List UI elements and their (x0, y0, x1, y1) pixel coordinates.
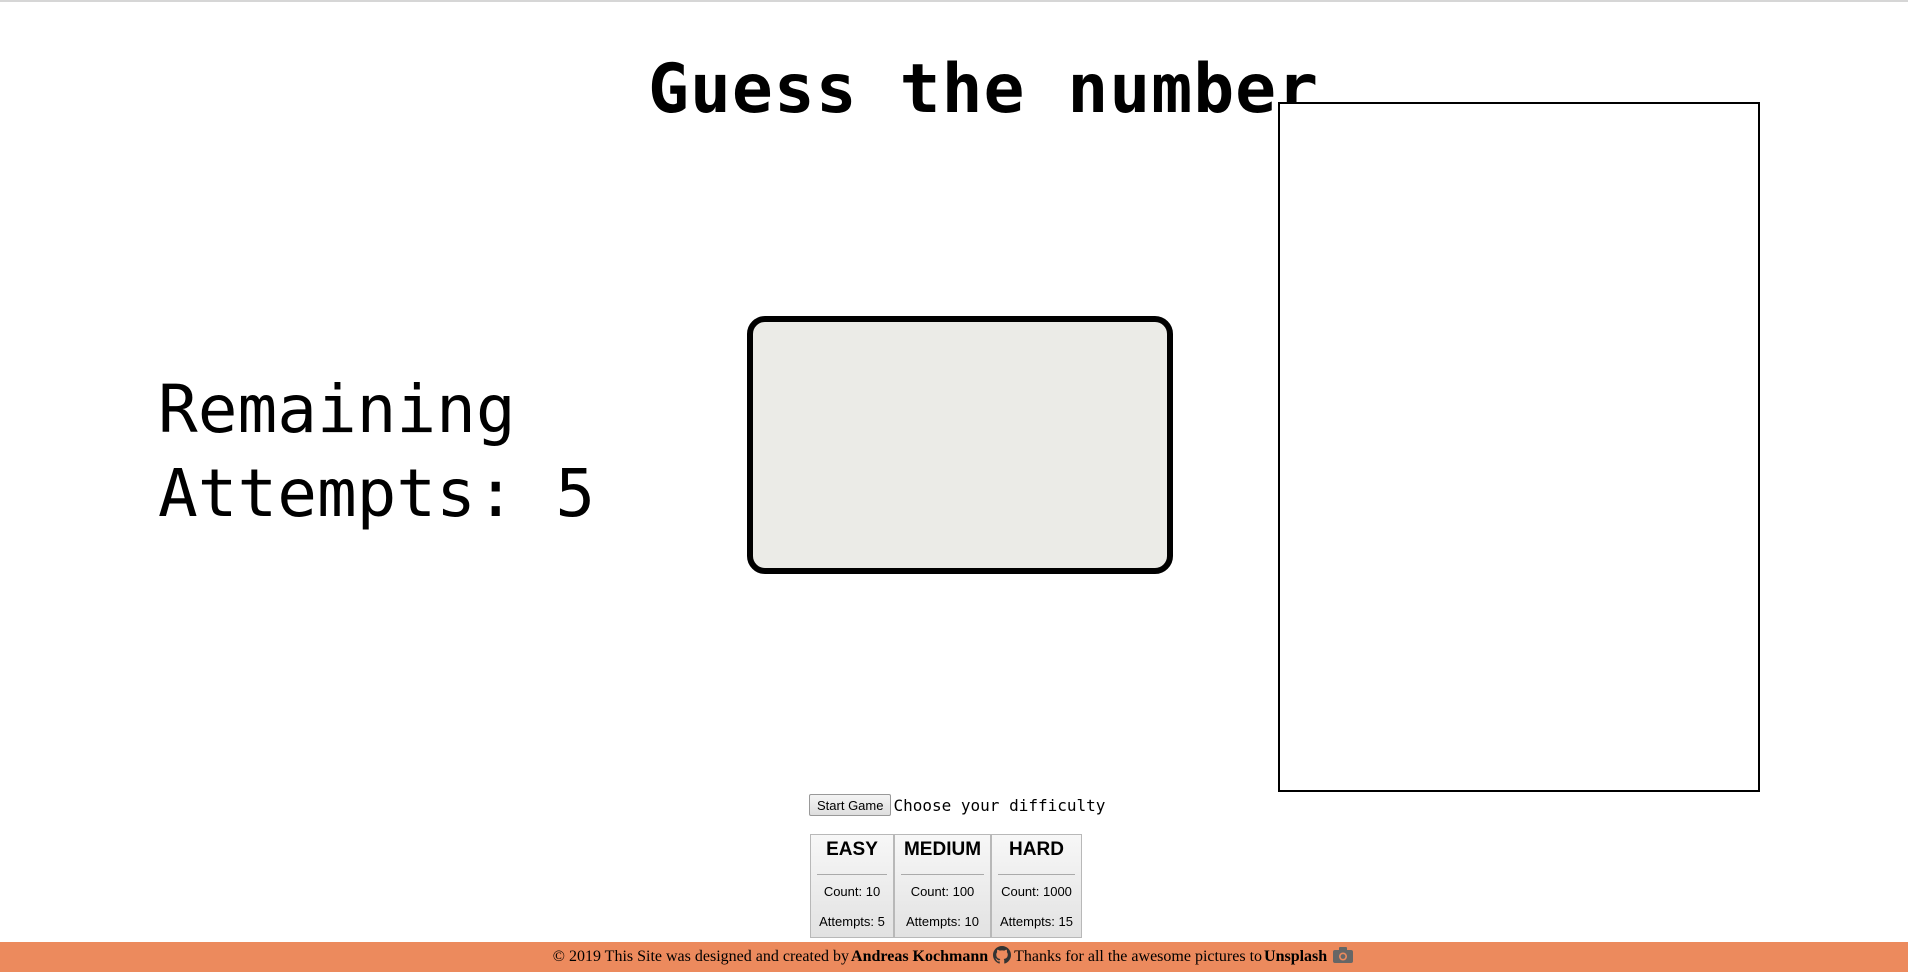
difficulty-prompt: Choose your difficulty (893, 795, 1106, 815)
attempts-label: Remaining (158, 371, 516, 448)
difficulty-attempts: Attempts: 5 (819, 914, 885, 929)
game-controls: Start Game Choose your difficulty (809, 794, 1105, 816)
start-game-button[interactable]: Start Game (809, 794, 892, 816)
guess-history-panel (1278, 102, 1760, 792)
difficulty-name: EASY (826, 839, 878, 860)
difficulty-name: HARD (1009, 839, 1064, 860)
camera-icon[interactable] (1332, 946, 1354, 964)
author-link[interactable]: Andreas Kochmann (851, 948, 988, 966)
difficulty-count: Count: 100 (910, 884, 975, 899)
page-title: Guess the number (648, 50, 1320, 129)
footer: © 2019 This Site was designed and create… (0, 942, 1908, 972)
attempts-value: Attempts: 5 (158, 455, 596, 532)
difficulty-count: Count: 10 (823, 884, 881, 899)
remaining-attempts: Remaining Attempts: 5 (158, 368, 718, 536)
difficulty-attempts: Attempts: 10 (906, 914, 979, 929)
difficulty-medium-button[interactable]: MEDIUM Count: 100 Attempts: 10 (894, 834, 991, 938)
top-border (0, 0, 1908, 2)
difficulty-attempts: Attempts: 15 (1000, 914, 1073, 929)
number-display (747, 316, 1173, 574)
unsplash-link[interactable]: Unsplash (1264, 948, 1327, 966)
difficulty-count: Count: 1000 (1001, 884, 1072, 899)
difficulty-easy-button[interactable]: EASY Count: 10 Attempts: 5 (810, 834, 894, 938)
github-icon[interactable] (993, 946, 1012, 964)
divider (817, 874, 887, 875)
divider (998, 874, 1075, 875)
footer-copyright: © 2019 This Site was designed and create… (552, 948, 850, 965)
difficulty-hard-button[interactable]: HARD Count: 1000 Attempts: 15 (991, 834, 1082, 938)
difficulty-name: MEDIUM (903, 839, 982, 860)
footer-thanks: Thanks for all the awesome pictures to (1014, 948, 1263, 965)
divider (901, 874, 984, 875)
difficulty-selector: EASY Count: 10 Attempts: 5 MEDIUM Count:… (810, 834, 1082, 938)
